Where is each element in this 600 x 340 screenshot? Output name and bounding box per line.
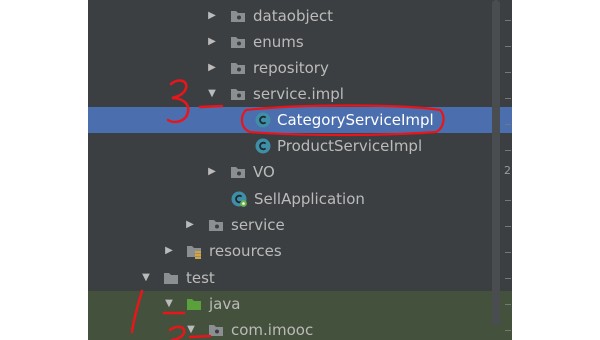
project-tree-panel: ▶ dataobject ▶ enums ▶ repository ▼ serv… xyxy=(88,0,512,340)
editor-gutter xyxy=(512,0,600,340)
package-folder-icon xyxy=(209,220,223,231)
gutter-tick xyxy=(505,252,511,253)
gutter-tick xyxy=(505,304,511,305)
gutter-tick xyxy=(505,226,511,227)
tree-item-label: java xyxy=(209,295,241,313)
tree-item-test[interactable]: ▼ test xyxy=(88,265,512,291)
tree-item-category-service-impl[interactable]: CategoryServiceImpl xyxy=(88,107,512,133)
gutter-tick xyxy=(505,330,511,331)
tree-item-java[interactable]: ▼ java xyxy=(88,291,512,317)
chevron-right-icon[interactable]: ▶ xyxy=(206,55,218,81)
chevron-down-icon[interactable]: ▼ xyxy=(206,81,218,107)
package-folder-icon xyxy=(231,37,245,48)
gutter-line-number: 2 xyxy=(504,164,511,177)
tree-item-label: SellApplication xyxy=(254,190,365,208)
chevron-down-icon[interactable]: ▼ xyxy=(185,317,197,340)
tree-item-label: dataobject xyxy=(253,7,334,25)
tree-item-product-service-impl[interactable]: ProductServiceImpl xyxy=(88,133,512,159)
tree-item-repository[interactable]: ▶ repository xyxy=(88,55,512,81)
package-folder-icon xyxy=(231,167,245,178)
chevron-down-icon[interactable]: ▼ xyxy=(140,265,152,291)
gutter-tick xyxy=(505,150,511,151)
gutter-tick xyxy=(505,72,511,73)
tree-item-label: resources xyxy=(209,242,282,260)
tree-item-label: CategoryServiceImpl xyxy=(277,111,434,129)
gutter-tick xyxy=(505,200,511,201)
tree-item-dataobject[interactable]: ▶ dataobject xyxy=(88,3,512,29)
tree-item-label: service xyxy=(231,216,285,234)
tree-item-service-impl[interactable]: ▼ service.impl xyxy=(88,81,512,107)
gutter-tick xyxy=(505,46,511,47)
class-c-icon xyxy=(255,112,271,128)
tree-item-label: enums xyxy=(253,33,304,51)
chevron-right-icon[interactable]: ▶ xyxy=(206,159,218,185)
test-source-folder-icon xyxy=(187,299,201,310)
vertical-scrollbar[interactable] xyxy=(492,0,500,326)
tree-item-label: repository xyxy=(253,59,329,77)
tree-item-label: test xyxy=(186,269,215,287)
gutter-tick xyxy=(505,124,511,125)
tree-item-label: com.imooc xyxy=(231,321,314,339)
chevron-right-icon[interactable]: ▶ xyxy=(206,3,218,29)
class-c-icon xyxy=(255,138,271,154)
chevron-right-icon[interactable]: ▶ xyxy=(206,29,218,55)
package-folder-icon xyxy=(231,63,245,74)
folder-icon xyxy=(164,273,178,284)
tree-item-label: service.impl xyxy=(253,85,344,103)
gutter-tick xyxy=(505,20,511,21)
resources-folder-icon xyxy=(187,246,201,259)
chevron-down-icon[interactable]: ▼ xyxy=(163,291,175,317)
tree-item-service[interactable]: ▶ service xyxy=(88,212,512,238)
package-folder-icon xyxy=(231,11,245,22)
chevron-right-icon[interactable]: ▶ xyxy=(163,238,175,264)
spring-boot-class-icon xyxy=(231,191,247,207)
tree-item-label: VO xyxy=(253,163,275,181)
package-folder-icon xyxy=(231,89,245,100)
chevron-right-icon[interactable]: ▶ xyxy=(184,212,196,238)
gutter-tick xyxy=(505,98,511,99)
tree-item-enums[interactable]: ▶ enums xyxy=(88,29,512,55)
tree-item-vo[interactable]: ▶ VO xyxy=(88,159,512,185)
gutter-tick xyxy=(505,278,511,279)
tree-item-label: ProductServiceImpl xyxy=(277,137,423,155)
tree-item-sell-application[interactable]: SellApplication xyxy=(88,186,512,212)
tree-item-resources[interactable]: ▶ resources xyxy=(88,238,512,264)
package-folder-icon xyxy=(209,325,223,336)
tree-item-com-imooc[interactable]: ▼ com.imooc xyxy=(88,317,512,340)
